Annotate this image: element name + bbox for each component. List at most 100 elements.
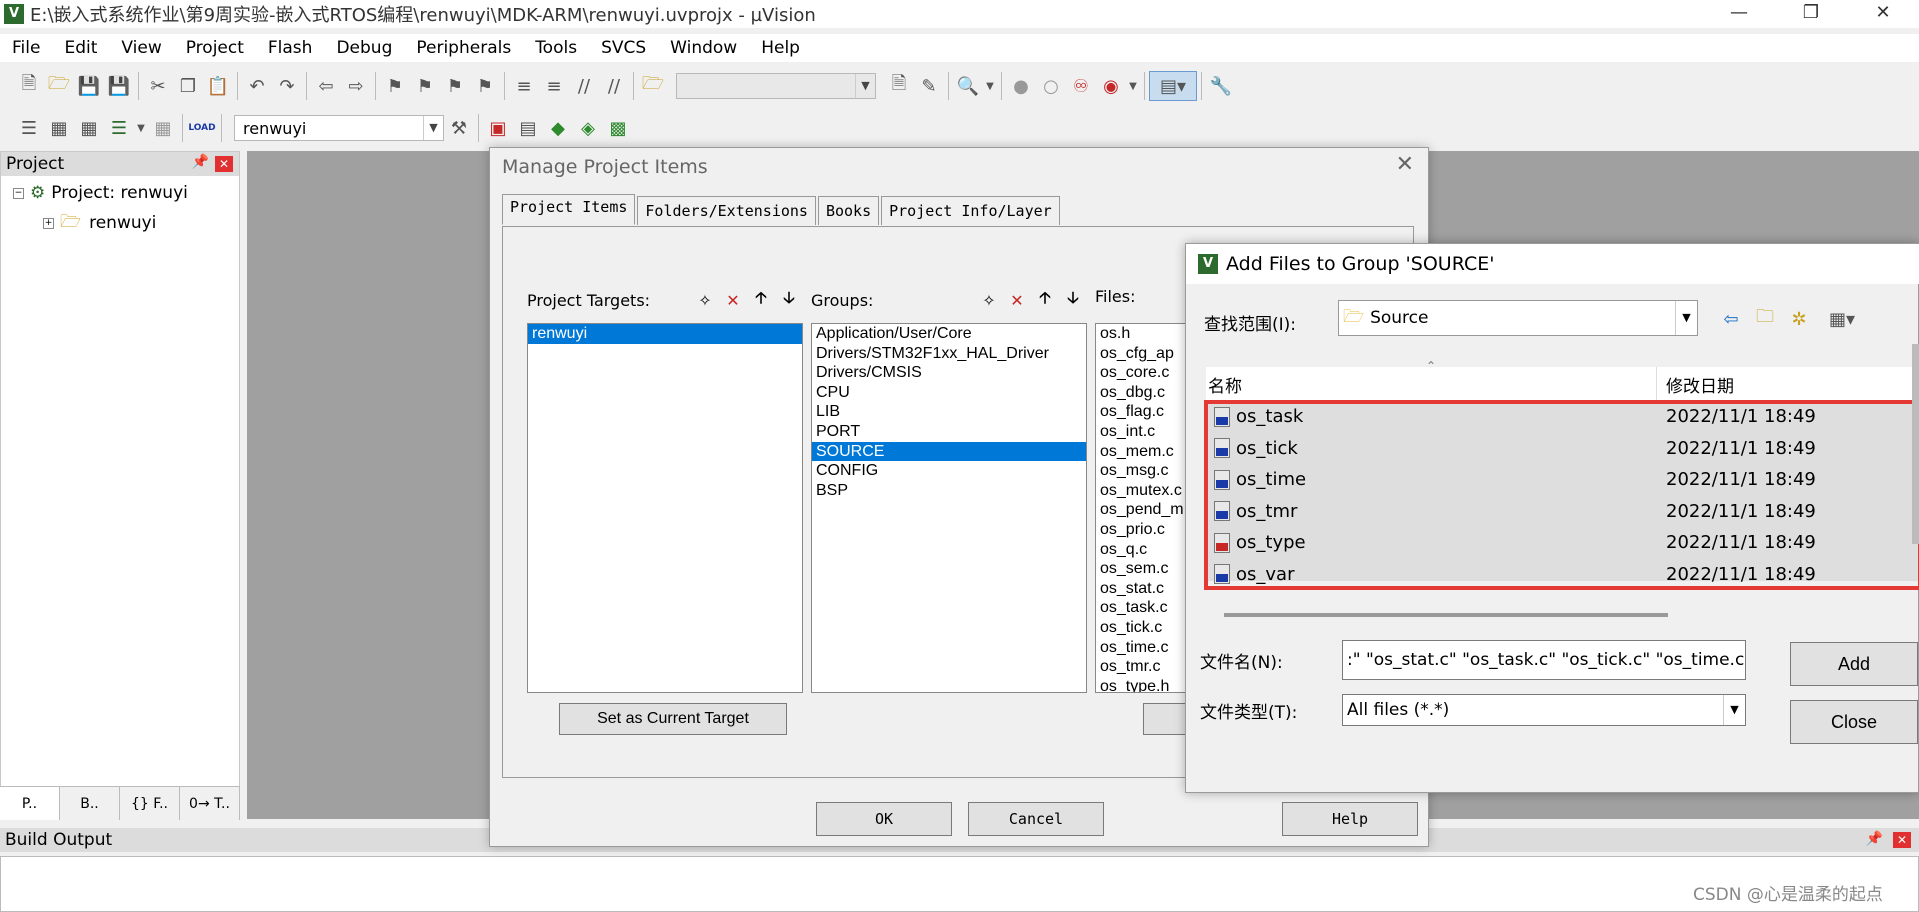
close-icon[interactable]: ✕ [1396, 152, 1414, 177]
set-current-target-button[interactable]: Set as Current Target [559, 703, 787, 735]
list-item[interactable]: PORT [812, 422, 1086, 442]
translate-icon[interactable]: ☰ [14, 113, 44, 143]
move-up-icon[interactable]: 🡡 [1031, 287, 1059, 313]
menu-flash[interactable]: Flash [256, 38, 325, 58]
cut-icon[interactable]: ✂ [143, 71, 173, 101]
redo-icon[interactable]: ↷ [272, 71, 302, 101]
menu-svcs[interactable]: SVCS [589, 38, 658, 58]
new-folder-icon[interactable]: ✲ [1784, 304, 1814, 334]
rte-components-icon[interactable]: ▩ [603, 113, 633, 143]
stop-build-icon[interactable]: ▦ [148, 113, 178, 143]
list-item[interactable]: renwuyi [528, 324, 802, 344]
tab-project-info-layer[interactable]: Project Info/Layer [881, 196, 1060, 225]
copy-icon[interactable]: ❐ [173, 71, 203, 101]
target-options-icon[interactable]: ⚒ [444, 113, 474, 143]
tree-target[interactable]: + 🗁 renwuyi [13, 208, 239, 238]
close-icon[interactable]: ✕ [1854, 0, 1912, 28]
chevron-down-icon[interactable]: ▼ [983, 71, 997, 101]
col-name[interactable]: 名称 [1208, 372, 1242, 397]
collapse-icon[interactable]: − [13, 187, 24, 199]
menu-help[interactable]: Help [749, 38, 812, 58]
pack-installer-icon[interactable]: ◈ [573, 113, 603, 143]
build-icon[interactable]: ▦ [44, 113, 74, 143]
move-down-icon[interactable]: 🡣 [775, 287, 803, 313]
back-arrow-icon[interactable]: ⇦ [1716, 304, 1746, 334]
help-button[interactable]: Help [1282, 802, 1418, 836]
chevron-down-icon[interactable]: ▼ [134, 113, 148, 143]
save-icon[interactable]: 💾 [74, 71, 104, 101]
batch-build-icon[interactable]: ☰ [104, 113, 134, 143]
close-panel-icon[interactable]: ✕ [215, 156, 233, 172]
delete-icon[interactable]: ✕ [1003, 287, 1031, 313]
unindent-icon[interactable]: ≡ [539, 71, 569, 101]
expand-icon[interactable]: + [43, 217, 54, 229]
window-layout-icon[interactable]: ▤▾ [1149, 71, 1197, 101]
pin-icon[interactable]: 📌 [1866, 831, 1883, 847]
tab-books[interactable]: Books [817, 196, 880, 225]
manage-project-items-icon[interactable]: ▣ [483, 113, 513, 143]
new-item-icon[interactable]: ✧ [975, 287, 1003, 313]
bookmark-icon[interactable]: ⚑ [380, 71, 410, 101]
kill-breakpoints-icon[interactable]: ◉ [1096, 71, 1126, 101]
breakpoint-icon[interactable]: ● [1006, 71, 1036, 101]
find-combo[interactable]: ▼ [676, 73, 876, 99]
tab-folders-extensions[interactable]: Folders/Extensions [637, 196, 816, 225]
target-select[interactable]: renwuyi ▼ [234, 115, 444, 141]
build-output-pane[interactable] [0, 856, 1919, 912]
col-date[interactable]: 修改日期 [1666, 372, 1734, 397]
add-button[interactable]: Add [1790, 642, 1918, 686]
new-item-icon[interactable]: ✧ [691, 287, 719, 313]
configure-wrench-icon[interactable]: 🔧 [1206, 71, 1236, 101]
menu-edit[interactable]: Edit [52, 38, 109, 58]
lookin-select[interactable]: 🗁 Source ▼ [1338, 300, 1698, 336]
find-in-files-icon[interactable]: 🗁 [638, 71, 668, 101]
pin-icon[interactable]: 📌 [192, 154, 209, 170]
groups-list[interactable]: Application/User/Core Drivers/STM32F1xx_… [811, 323, 1087, 693]
list-item[interactable]: Drivers/CMSIS [812, 363, 1086, 383]
tree-root[interactable]: − ⚙ Project: renwuyi [13, 178, 239, 208]
menu-view[interactable]: View [109, 38, 173, 58]
close-panel-icon[interactable]: ✕ [1893, 832, 1911, 848]
undo-icon[interactable]: ↶ [242, 71, 272, 101]
cancel-button[interactable]: Cancel [968, 802, 1104, 836]
uncomment-icon[interactable]: // [599, 71, 629, 101]
save-all-icon[interactable]: 💾 [104, 71, 134, 101]
tab-project-items[interactable]: Project Items [502, 194, 636, 225]
minimize-icon[interactable]: — [1710, 0, 1768, 28]
list-item[interactable]: LIB [812, 402, 1086, 422]
ok-button[interactable]: OK [816, 802, 952, 836]
menu-debug[interactable]: Debug [324, 38, 404, 58]
tab-books[interactable]: B.. [60, 787, 120, 820]
filetype-select[interactable]: All files (*.*) ▼ [1342, 694, 1746, 726]
filename-input[interactable]: :" "os_stat.c" "os_task.c" "os_tick.c" "… [1342, 640, 1746, 680]
tab-project[interactable]: P.. [0, 787, 60, 820]
list-item[interactable]: CONFIG [812, 461, 1086, 481]
disable-breakpoint-icon[interactable]: ○ [1036, 71, 1066, 101]
tab-templates[interactable]: 0→ T.. [180, 787, 240, 820]
menu-file[interactable]: File [0, 38, 52, 58]
comment-icon[interactable]: // [569, 71, 599, 101]
next-bookmark-icon[interactable]: ⚑ [440, 71, 470, 101]
restore-icon[interactable]: ❐ [1782, 0, 1840, 28]
disable-all-breakpoints-icon[interactable]: ♾ [1066, 71, 1096, 101]
menu-tools[interactable]: Tools [523, 38, 589, 58]
view-menu-icon[interactable]: ▦▾ [1820, 304, 1864, 334]
rebuild-icon[interactable]: ▦ [74, 113, 104, 143]
move-down-icon[interactable]: 🡣 [1059, 287, 1087, 313]
list-item[interactable]: CPU [812, 383, 1086, 403]
menu-project[interactable]: Project [174, 38, 256, 58]
tab-functions[interactable]: {} F.. [120, 787, 180, 820]
select-packs-icon[interactable]: ▤ [513, 113, 543, 143]
menu-window[interactable]: Window [658, 38, 749, 58]
paste-icon[interactable]: 📋 [203, 71, 233, 101]
vertical-scrollbar[interactable] [1912, 344, 1919, 544]
list-item[interactable]: Drivers/STM32F1xx_HAL_Driver [812, 344, 1086, 364]
nav-back-icon[interactable]: ⇦ [311, 71, 341, 101]
prev-bookmark-icon[interactable]: ⚑ [410, 71, 440, 101]
horizontal-scrollbar[interactable] [1224, 613, 1668, 617]
open-folder-icon[interactable]: 🗁 [44, 71, 74, 101]
delete-icon[interactable]: ✕ [719, 287, 747, 313]
list-item[interactable]: Application/User/Core [812, 324, 1086, 344]
debug-session-icon[interactable]: 🔍 [953, 71, 983, 101]
move-up-icon[interactable]: 🡡 [747, 287, 775, 313]
